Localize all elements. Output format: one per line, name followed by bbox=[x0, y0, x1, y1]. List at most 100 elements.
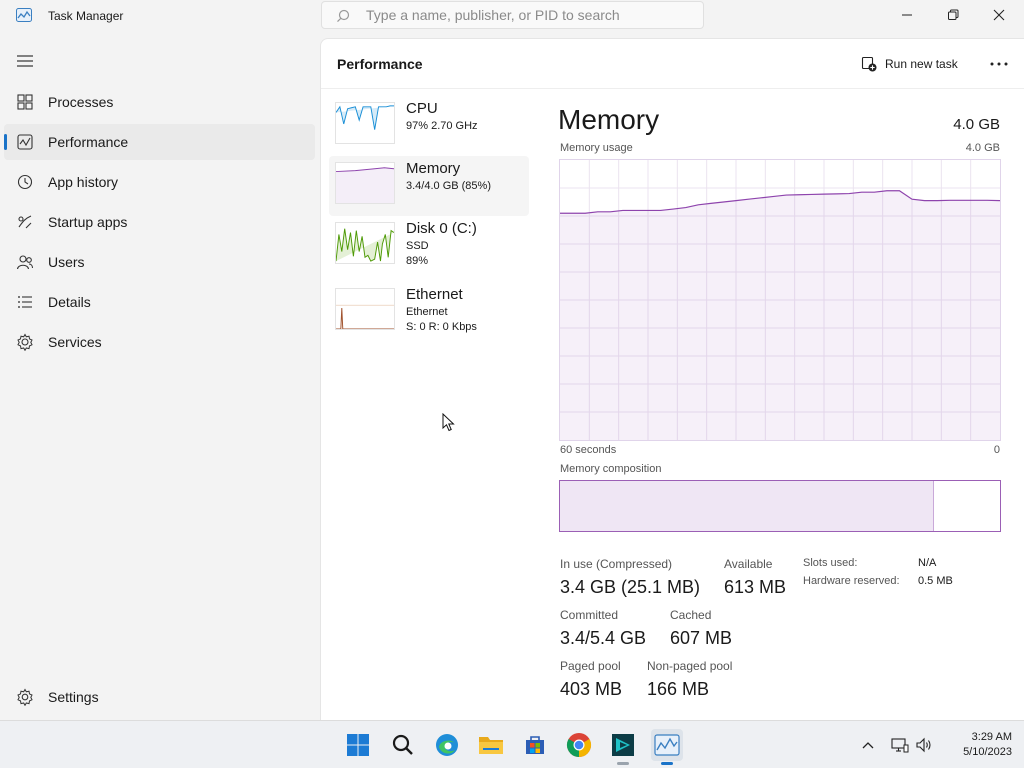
nav-item-settings[interactable]: Settings bbox=[4, 679, 315, 715]
search-icon bbox=[337, 9, 350, 23]
cpu-thumbnail bbox=[335, 102, 395, 144]
resource-ethernet[interactable]: Ethernet Ethernet S: 0 R: 0 Kbps bbox=[329, 282, 529, 342]
processes-icon bbox=[17, 94, 33, 110]
nav-item-services[interactable]: Services bbox=[4, 324, 315, 360]
usage-area bbox=[560, 190, 1000, 440]
task-manager-icon bbox=[16, 8, 32, 22]
network-button[interactable] bbox=[890, 735, 910, 755]
task-manager-taskbar-button[interactable] bbox=[651, 729, 683, 765]
taskbar-search-button[interactable] bbox=[387, 729, 419, 761]
slots-used-label: Slots used: bbox=[803, 557, 858, 569]
detail-total: 4.0 GB bbox=[953, 116, 1000, 133]
running-indicator bbox=[617, 762, 629, 765]
minimize-button[interactable] bbox=[884, 0, 930, 30]
run-task-icon bbox=[861, 56, 877, 72]
paged-pool-value: 403 MB bbox=[560, 679, 623, 699]
mouse-cursor-icon bbox=[442, 413, 455, 432]
store-icon bbox=[526, 736, 544, 754]
close-icon bbox=[993, 9, 1005, 21]
nav-label: Services bbox=[48, 334, 102, 350]
clock[interactable]: 3:29 AM 5/10/2023 bbox=[940, 730, 1012, 760]
details-icon bbox=[18, 296, 32, 308]
pinned-app-button[interactable] bbox=[607, 729, 639, 765]
time-axis-left: 60 seconds bbox=[560, 444, 617, 456]
resource-title: Ethernet bbox=[406, 286, 463, 303]
network-icon bbox=[891, 738, 909, 753]
navigation-pane: Processes Performance App history Startu… bbox=[0, 32, 320, 720]
nav-label: Processes bbox=[48, 94, 114, 110]
available-label: Available bbox=[724, 557, 773, 571]
ethernet-thumbnail bbox=[335, 288, 395, 330]
nav-item-details[interactable]: Details bbox=[4, 284, 315, 320]
search-input[interactable] bbox=[366, 4, 686, 26]
start-icon bbox=[347, 734, 369, 756]
task-manager-icon bbox=[654, 734, 680, 756]
resource-cpu[interactable]: CPU 97% 2.70 GHz bbox=[329, 96, 529, 156]
taskbar: 3:29 AM 5/10/2023 bbox=[0, 720, 1024, 768]
in-use-label: In use (Compressed) bbox=[560, 557, 673, 571]
nav-label: Users bbox=[48, 254, 85, 270]
throughput: S: 0 R: 0 Kbps bbox=[406, 321, 477, 333]
more-icon bbox=[990, 62, 1008, 66]
resource-title: CPU bbox=[406, 100, 438, 117]
selection-indicator bbox=[4, 134, 7, 150]
store-button[interactable] bbox=[519, 729, 551, 761]
history-icon bbox=[17, 174, 33, 190]
non-paged-pool-value: 166 MB bbox=[647, 679, 710, 699]
slots-used-value: N/A bbox=[918, 557, 937, 569]
chrome-button[interactable] bbox=[563, 729, 595, 761]
file-explorer-button[interactable] bbox=[475, 729, 507, 761]
resource-memory[interactable]: Memory 3.4/4.0 GB (85%) bbox=[329, 156, 529, 216]
search-icon bbox=[392, 734, 413, 755]
volume-button[interactable] bbox=[914, 735, 934, 755]
performance-panel: Performance Run new task CPU 97% 2.70 GH… bbox=[320, 38, 1024, 720]
title-bar: Task Manager bbox=[0, 0, 1024, 32]
composition-in-use bbox=[560, 481, 934, 531]
hardware-reserved-label: Hardware reserved: bbox=[803, 575, 900, 587]
nav-item-startup-apps[interactable]: Startup apps bbox=[4, 204, 315, 240]
available-value: 613 MB bbox=[724, 577, 787, 597]
start-button[interactable] bbox=[342, 729, 374, 761]
in-use-value: 3.4 GB (25.1 MB) bbox=[560, 577, 701, 597]
cached-label: Cached bbox=[670, 608, 712, 622]
nav-label: App history bbox=[48, 174, 119, 190]
resource-title: Disk 0 (C:) bbox=[406, 220, 477, 237]
show-hidden-icons-button[interactable] bbox=[858, 735, 878, 755]
nav-label: Settings bbox=[48, 689, 99, 705]
search-box[interactable] bbox=[321, 1, 704, 29]
paged-pool-label: Paged pool bbox=[560, 659, 621, 673]
minimize-icon bbox=[902, 14, 912, 16]
restore-icon bbox=[948, 9, 959, 20]
users-icon bbox=[16, 255, 34, 270]
cached-value: 607 MB bbox=[670, 628, 733, 648]
edge-button[interactable] bbox=[431, 729, 463, 761]
hardware-reserved-value: 0.5 MB bbox=[918, 575, 953, 587]
app-icon bbox=[612, 734, 634, 756]
close-button[interactable] bbox=[976, 0, 1022, 30]
menu-toggle-button[interactable] bbox=[12, 48, 38, 74]
more-options-button[interactable] bbox=[985, 53, 1013, 75]
nav-item-performance[interactable]: Performance bbox=[4, 124, 315, 160]
app-title: Task Manager bbox=[48, 9, 124, 23]
startup-icon bbox=[18, 215, 32, 229]
panel-header: Performance Run new task bbox=[321, 39, 1024, 89]
memory-usage-max: 4.0 GB bbox=[965, 142, 1000, 154]
nav-label: Performance bbox=[48, 134, 129, 150]
resource-subtitle: SSD 89% bbox=[406, 239, 429, 269]
clock-time: 3:29 AM bbox=[971, 731, 1012, 743]
settings-icon bbox=[17, 688, 33, 706]
restore-button[interactable] bbox=[930, 0, 976, 30]
resource-disk[interactable]: Disk 0 (C:) SSD 89% bbox=[329, 216, 529, 276]
non-paged-pool-label: Non-paged pool bbox=[647, 659, 733, 673]
nav-item-app-history[interactable]: App history bbox=[4, 164, 315, 200]
adapter-name: Ethernet bbox=[406, 306, 448, 318]
detail-title: Memory bbox=[558, 104, 660, 135]
nav-item-processes[interactable]: Processes bbox=[4, 84, 315, 120]
nav-label: Startup apps bbox=[48, 214, 128, 230]
run-new-task-button[interactable]: Run new task bbox=[861, 53, 958, 75]
services-icon bbox=[17, 333, 33, 351]
disk-active-time: 89% bbox=[406, 255, 429, 267]
clock-date: 5/10/2023 bbox=[963, 746, 1012, 758]
disk-thumbnail bbox=[335, 222, 395, 264]
nav-item-users[interactable]: Users bbox=[4, 244, 315, 280]
